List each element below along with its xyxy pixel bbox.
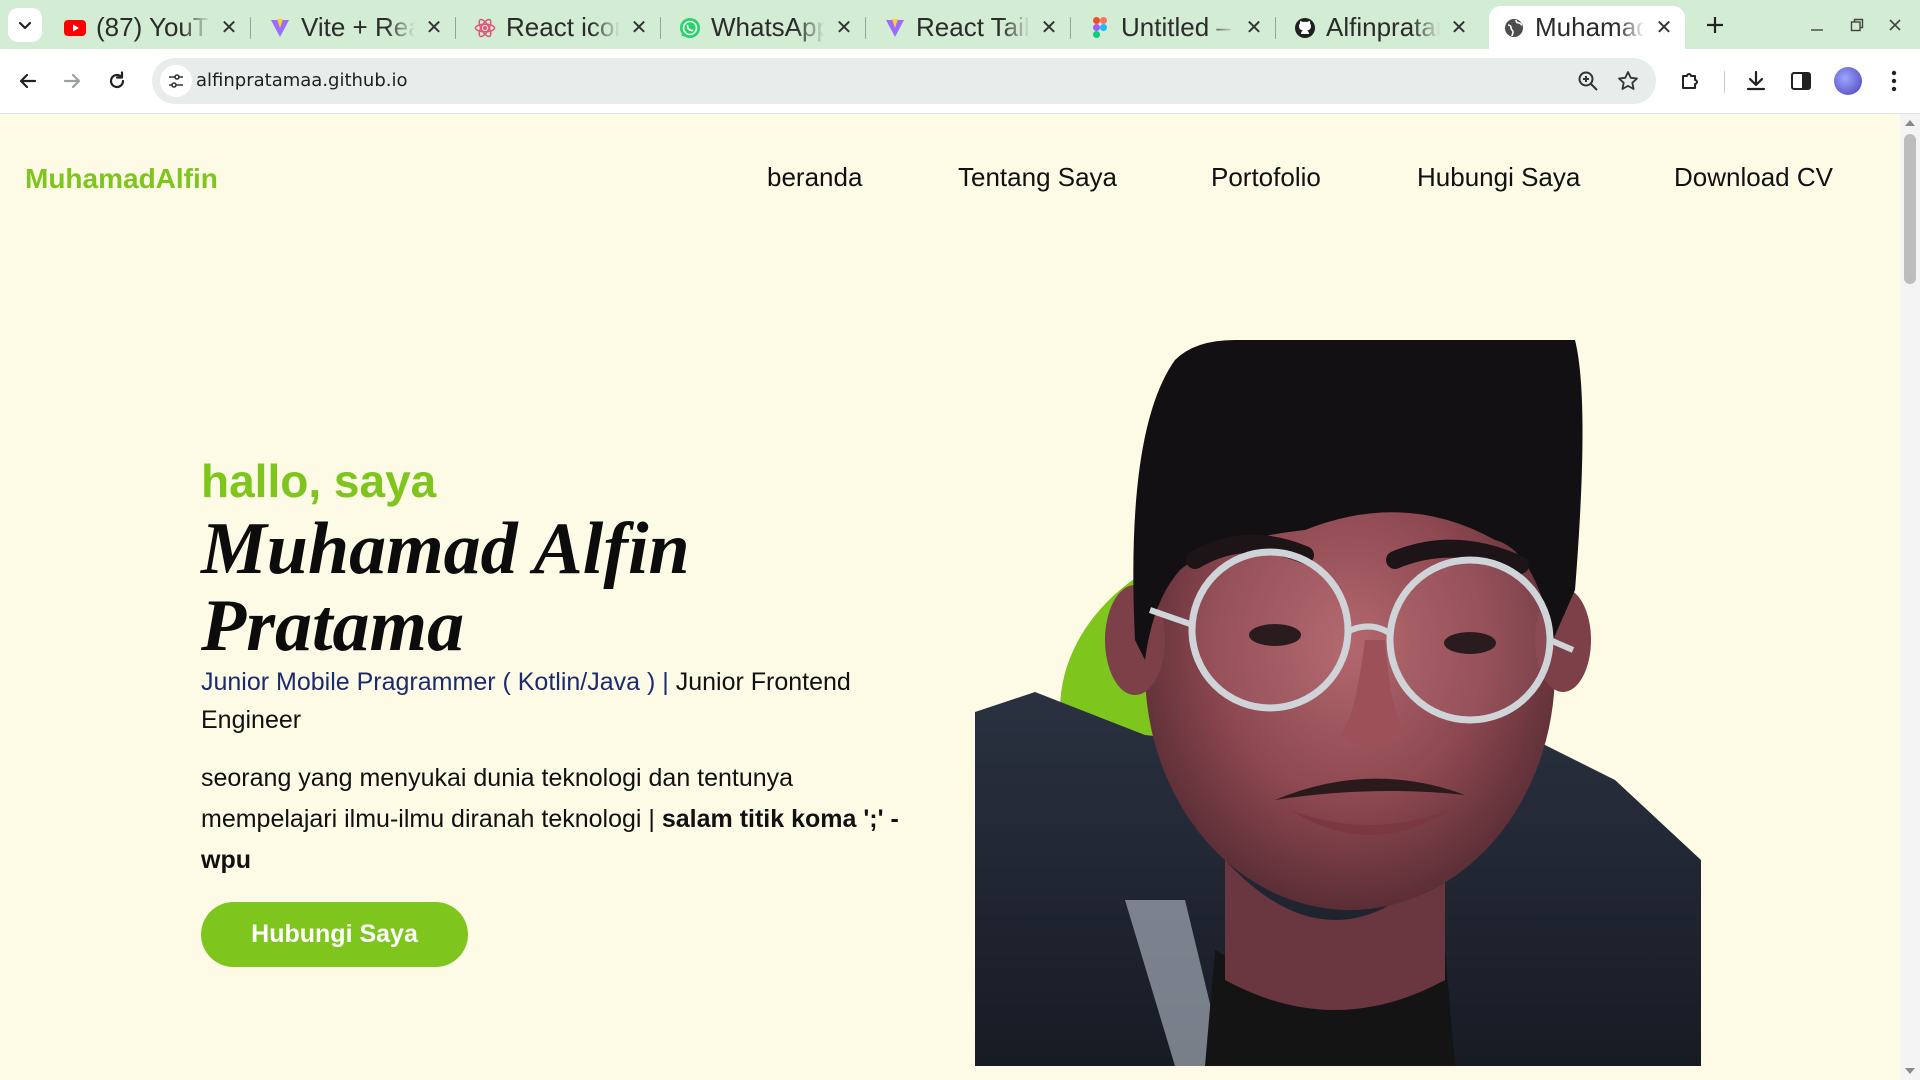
reload-button[interactable] — [99, 63, 135, 99]
tab-youtube[interactable]: (87) YouTube ✕ — [50, 6, 251, 49]
star-icon — [1618, 71, 1638, 90]
page-scrollbar[interactable] — [1900, 114, 1920, 1080]
hero-role-primary: Junior Mobile Pragrammer ( Kotlin/Java ) — [201, 668, 656, 696]
back-button[interactable] — [10, 63, 46, 99]
nav-link-tentang-saya[interactable]: Tentang Saya — [958, 162, 1117, 193]
close-icon[interactable]: ✕ — [628, 17, 650, 39]
tab-title: (87) YouTube — [96, 12, 210, 42]
close-icon — [1889, 19, 1901, 31]
close-icon[interactable]: ✕ — [1653, 17, 1675, 39]
url-text: alfinpratamaa.github.io — [196, 70, 408, 91]
figma-icon — [1089, 17, 1111, 39]
minimize-icon — [1811, 29, 1823, 31]
hero-greeting: hallo, saya — [201, 455, 437, 507]
nav-link-beranda[interactable]: beranda — [767, 162, 862, 193]
close-icon[interactable]: ✕ — [833, 17, 855, 39]
globe-icon — [1503, 17, 1525, 39]
new-tab-button[interactable] — [1700, 10, 1730, 40]
tab-title: React icons — [506, 12, 620, 42]
github-icon — [1294, 17, 1316, 39]
tab-search-button[interactable] — [8, 8, 42, 42]
restore-button[interactable] — [1846, 14, 1868, 36]
hero-name: Muhamad Alfin Pratama — [201, 508, 690, 667]
contact-cta-button[interactable]: Hubungi Saya — [201, 902, 468, 967]
menu-button[interactable] — [1880, 67, 1908, 95]
profile-avatar[interactable] — [1834, 67, 1862, 95]
side-panel-icon — [1791, 72, 1811, 90]
tab-whatsapp[interactable]: WhatsApp ✕ — [665, 6, 866, 49]
tab-title: MuhamadAlfin — [1535, 12, 1645, 42]
address-bar[interactable]: alfinpratamaa.github.io — [152, 58, 1656, 104]
plus-icon — [1707, 17, 1723, 33]
tab-vite-react[interactable]: Vite + React ✕ — [255, 6, 456, 49]
nav-link-download-cv[interactable]: Download CV — [1674, 162, 1833, 193]
close-icon[interactable]: ✕ — [1243, 17, 1265, 39]
site-info-button[interactable] — [160, 65, 192, 97]
zoom-button[interactable] — [1576, 69, 1600, 93]
tab-strip: (87) YouTube ✕ Vite + React ✕ React icon… — [0, 0, 1920, 49]
brand-logo[interactable]: MuhamadAlfin — [25, 163, 218, 195]
download-icon — [1746, 70, 1766, 91]
extensions-button[interactable] — [1677, 67, 1705, 95]
side-panel-button[interactable] — [1787, 67, 1815, 95]
bookmark-button[interactable] — [1616, 69, 1640, 93]
arrow-right-icon — [63, 73, 81, 89]
close-window-button[interactable] — [1884, 14, 1906, 36]
downloads-button[interactable] — [1742, 67, 1770, 95]
reload-icon — [109, 71, 125, 89]
minimize-button[interactable] — [1806, 14, 1828, 36]
react-icon — [474, 17, 496, 39]
kebab-menu-icon — [1891, 70, 1897, 92]
nav-link-hubungi-saya[interactable]: Hubungi Saya — [1417, 162, 1580, 193]
close-icon[interactable]: ✕ — [1038, 17, 1060, 39]
tab-portfolio-active[interactable]: MuhamadAlfin ✕ — [1489, 6, 1685, 49]
tab-title: Alfinpratamaa — [1326, 12, 1440, 42]
tune-icon — [169, 74, 183, 88]
browser-toolbar: alfinpratamaa.github.io — [0, 49, 1920, 114]
forward-button[interactable] — [54, 63, 90, 99]
whatsapp-icon — [679, 17, 701, 39]
tab-title: Untitled – Figma — [1121, 12, 1235, 42]
vite-icon — [269, 17, 291, 39]
zoom-icon — [1578, 71, 1598, 91]
close-icon[interactable]: ✕ — [218, 17, 240, 39]
tab-github[interactable]: Alfinpratamaa ✕ — [1280, 6, 1480, 49]
youtube-icon — [64, 17, 86, 39]
arrow-left-icon — [19, 73, 37, 89]
tab-react-icons[interactable]: React icons ✕ — [460, 6, 661, 49]
tab-figma[interactable]: Untitled – Figma ✕ — [1075, 6, 1276, 49]
chevron-down-icon — [18, 21, 32, 30]
restore-icon — [1850, 18, 1864, 32]
tab-title: WhatsApp — [711, 12, 825, 42]
page-viewport: MuhamadAlfin beranda Tentang Saya Portof… — [0, 114, 1900, 1080]
profile-photo — [975, 340, 1701, 1066]
tab-title: Vite + React — [301, 12, 415, 42]
tab-react-tailwind[interactable]: React Tailwind ✕ — [870, 6, 1071, 49]
nav-link-portofolio[interactable]: Portofolio — [1211, 162, 1321, 193]
close-icon[interactable]: ✕ — [1448, 17, 1470, 39]
hero-role: Junior Mobile Pragrammer ( Kotlin/Java )… — [201, 663, 901, 739]
hero-description: seorang yang menyukai dunia teknologi da… — [201, 758, 921, 881]
scroll-up-icon[interactable] — [1905, 120, 1915, 126]
tab-title: React Tailwind — [916, 12, 1030, 42]
scroll-down-icon[interactable] — [1905, 1068, 1915, 1074]
puzzle-icon — [1682, 73, 1698, 89]
scrollbar-thumb[interactable] — [1904, 134, 1916, 284]
close-icon[interactable]: ✕ — [423, 17, 445, 39]
hero-role-separator: | — [655, 668, 676, 696]
vite-icon — [884, 17, 906, 39]
